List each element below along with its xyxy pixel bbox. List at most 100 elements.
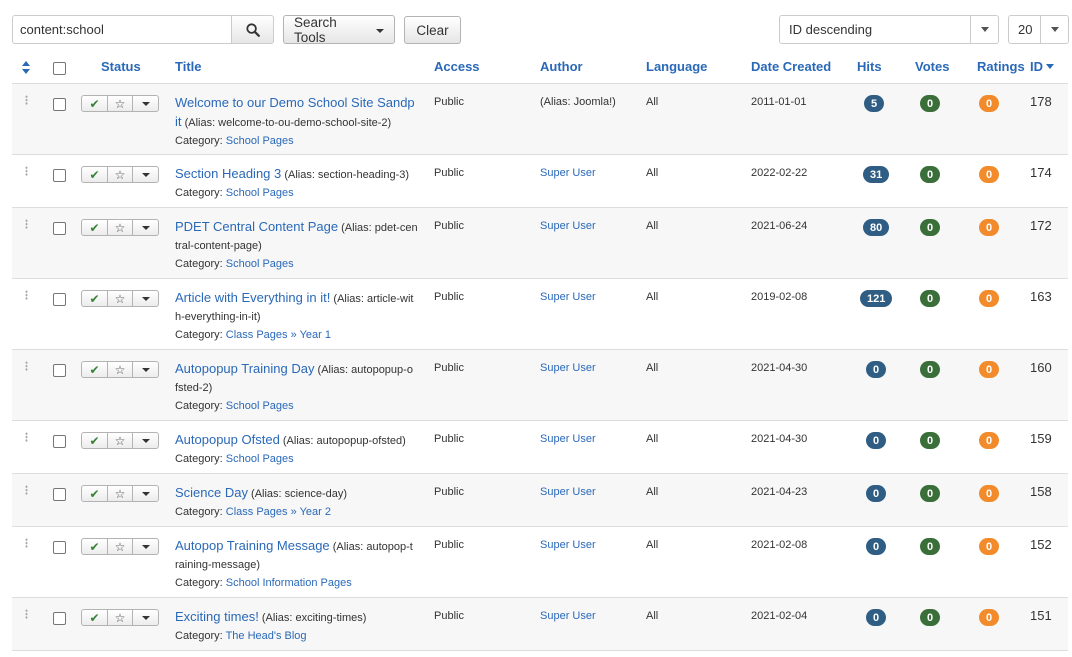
row-checkbox[interactable]: [53, 612, 66, 625]
column-header-author[interactable]: Author: [540, 59, 583, 74]
featured-star-icon[interactable]: ☆: [108, 362, 133, 377]
search-tools-button[interactable]: Search Tools: [283, 15, 395, 45]
actions-dropdown-toggle[interactable]: [133, 167, 158, 182]
featured-star-icon[interactable]: ☆: [108, 167, 133, 182]
category-link[interactable]: School Information Pages: [226, 577, 352, 589]
published-check-icon[interactable]: ✔: [82, 539, 108, 554]
drag-handle-icon[interactable]: [25, 219, 28, 229]
article-title-link[interactable]: Section Heading 3: [175, 166, 281, 181]
published-check-icon[interactable]: ✔: [82, 610, 108, 625]
subcategory-link[interactable]: » Year 2: [291, 506, 331, 518]
row-checkbox[interactable]: [53, 541, 66, 554]
featured-star-icon[interactable]: ☆: [108, 291, 133, 306]
featured-star-icon[interactable]: ☆: [108, 433, 133, 448]
drag-handle-icon[interactable]: [25, 166, 28, 176]
article-title-link[interactable]: Autopopup Ofsted: [175, 432, 280, 447]
featured-star-icon[interactable]: ☆: [108, 96, 133, 111]
column-header-access[interactable]: Access: [434, 59, 480, 74]
author-link[interactable]: Super User: [540, 610, 596, 622]
row-checkbox[interactable]: [53, 169, 66, 182]
column-header-hits[interactable]: Hits: [857, 59, 882, 74]
drag-handle-icon[interactable]: [25, 485, 28, 495]
caret-down-icon: [141, 367, 150, 372]
category-link[interactable]: The Head's Blog: [226, 630, 307, 642]
column-header-language[interactable]: Language: [646, 59, 707, 74]
column-header-title[interactable]: Title: [175, 59, 202, 74]
article-title-link[interactable]: Science Day: [175, 485, 248, 500]
subcategory-link[interactable]: » Year 1: [291, 329, 331, 341]
ratings-badge: 0: [979, 432, 1000, 449]
published-check-icon[interactable]: ✔: [82, 167, 108, 182]
article-title-link[interactable]: Autopopup Training Day: [175, 361, 314, 376]
column-header-status[interactable]: Status: [101, 59, 141, 74]
category-line: Category: School Pages: [175, 255, 425, 273]
published-check-icon[interactable]: ✔: [82, 96, 108, 111]
access-value: Public: [434, 610, 464, 622]
drag-handle-icon[interactable]: [25, 609, 28, 619]
article-title-link[interactable]: PDET Central Content Page: [175, 219, 338, 234]
search-input[interactable]: [12, 15, 232, 44]
author-link[interactable]: Super User: [540, 539, 596, 551]
clear-button[interactable]: Clear: [404, 16, 461, 44]
actions-dropdown-toggle[interactable]: [133, 362, 158, 377]
row-checkbox[interactable]: [53, 222, 66, 235]
category-link[interactable]: School Pages: [226, 453, 294, 465]
published-check-icon[interactable]: ✔: [82, 362, 108, 377]
article-alias: (Alias: section-heading-3): [284, 169, 410, 181]
author-link[interactable]: Super User: [540, 291, 596, 303]
actions-dropdown-toggle[interactable]: [133, 486, 158, 501]
drag-handle-icon[interactable]: [25, 432, 28, 442]
category-link[interactable]: School Pages: [226, 135, 294, 147]
row-checkbox[interactable]: [53, 364, 66, 377]
author-link[interactable]: Super User: [540, 486, 596, 498]
actions-dropdown-toggle[interactable]: [133, 539, 158, 554]
column-header-ratings[interactable]: Ratings: [977, 59, 1025, 74]
drag-handle-icon[interactable]: [25, 538, 28, 548]
column-header-votes[interactable]: Votes: [915, 59, 949, 74]
row-checkbox[interactable]: [53, 98, 66, 111]
actions-dropdown-toggle[interactable]: [133, 291, 158, 306]
column-header-date-created[interactable]: Date Created: [751, 59, 831, 74]
id-value: 152: [1030, 537, 1052, 552]
drag-handle-icon[interactable]: [25, 290, 28, 300]
article-title-link[interactable]: Autopop Training Message: [175, 538, 330, 553]
featured-star-icon[interactable]: ☆: [108, 539, 133, 554]
featured-star-icon[interactable]: ☆: [108, 486, 133, 501]
column-header-id[interactable]: ID: [1030, 59, 1054, 74]
author-link[interactable]: Super User: [540, 167, 596, 179]
row-checkbox[interactable]: [53, 293, 66, 306]
actions-dropdown-toggle[interactable]: [133, 433, 158, 448]
search-button[interactable]: [231, 15, 274, 44]
category-link[interactable]: School Pages: [226, 258, 294, 270]
published-check-icon[interactable]: ✔: [82, 220, 108, 235]
select-all-checkbox[interactable]: [53, 62, 66, 75]
row-checkbox[interactable]: [53, 488, 66, 501]
published-check-icon[interactable]: ✔: [82, 433, 108, 448]
published-check-icon[interactable]: ✔: [82, 291, 108, 306]
drag-handle-icon[interactable]: [25, 361, 28, 371]
author-link[interactable]: Super User: [540, 220, 596, 232]
category-link[interactable]: Class Pages: [226, 506, 288, 518]
article-title-link[interactable]: Article with Everything in it!: [175, 290, 330, 305]
actions-dropdown-toggle[interactable]: [133, 610, 158, 625]
actions-dropdown-toggle[interactable]: [133, 96, 158, 111]
published-check-icon[interactable]: ✔: [82, 486, 108, 501]
category-link[interactable]: School Pages: [226, 187, 294, 199]
list-limit-select[interactable]: 20: [1008, 15, 1069, 44]
article-alias-inline: (Alias: autopop-t: [332, 541, 413, 553]
author-link[interactable]: Super User: [540, 362, 596, 374]
row-checkbox[interactable]: [53, 435, 66, 448]
table-row: ✔ ☆ Autopop Training Message (Alias: aut…: [12, 527, 1068, 598]
author-link[interactable]: Super User: [540, 433, 596, 445]
category-link[interactable]: Class Pages: [226, 329, 288, 341]
article-alias: (Alias: autopopup-ofsted): [282, 435, 406, 447]
drag-handle-icon[interactable]: [25, 95, 28, 105]
article-title-link[interactable]: Exciting times!: [175, 609, 259, 624]
featured-star-icon[interactable]: ☆: [108, 220, 133, 235]
category-link[interactable]: School Pages: [226, 400, 294, 412]
hits-badge: 0: [866, 538, 887, 555]
ordering-select[interactable]: ID descending: [779, 15, 999, 44]
sort-order-icon[interactable]: [22, 61, 30, 77]
actions-dropdown-toggle[interactable]: [133, 220, 158, 235]
featured-star-icon[interactable]: ☆: [108, 610, 133, 625]
